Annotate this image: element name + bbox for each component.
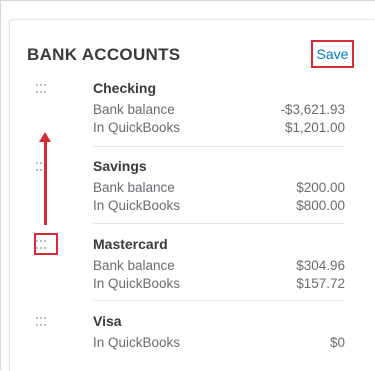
annotation-arrow-shaft (44, 140, 47, 225)
row-value: $200.00 (296, 180, 345, 195)
divider (93, 146, 345, 147)
row-label: In QuickBooks (93, 335, 181, 350)
drag-handle-icon[interactable] (36, 84, 50, 96)
drag-handle-icon[interactable] (36, 162, 50, 174)
account-name: Mastercard (93, 236, 168, 252)
drag-handle-icon[interactable] (36, 317, 50, 329)
row-label: Bank balance (93, 180, 175, 195)
row-label: Bank balance (93, 258, 175, 273)
frame-left-border (0, 0, 1, 370)
row-value: $1,201.00 (284, 120, 345, 135)
divider (93, 300, 345, 301)
row-label: In QuickBooks (93, 198, 181, 213)
row-value: $0 (329, 335, 345, 350)
row-value: $800.00 (296, 198, 345, 213)
row-label: In QuickBooks (93, 120, 181, 135)
annotation-highlight-box (34, 233, 58, 255)
frame-top-border (0, 0, 375, 1)
divider (93, 223, 345, 224)
row-label: Bank balance (93, 102, 175, 117)
row-value: $304.96 (296, 258, 345, 273)
account-name: Checking (93, 80, 157, 96)
arrow-up-icon (39, 132, 51, 142)
row-value: -$3,621.93 (280, 102, 345, 117)
row-value: $157.72 (296, 276, 345, 291)
account-name: Visa (93, 313, 122, 329)
account-name: Savings (93, 158, 147, 174)
row-label: In QuickBooks (93, 276, 181, 291)
panel-title: BANK ACCOUNTS (27, 45, 181, 64)
save-button[interactable]: Save (311, 40, 354, 68)
bank-accounts-card (9, 19, 375, 371)
